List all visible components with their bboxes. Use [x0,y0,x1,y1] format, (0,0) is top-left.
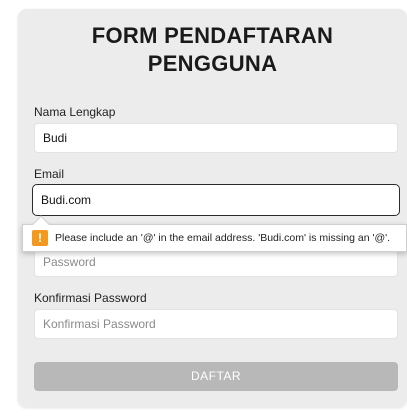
email-label: Email [34,167,65,181]
register-button[interactable]: DAFTAR [34,362,398,391]
name-label: Nama Lengkap [34,105,116,119]
email-field[interactable] [32,184,400,216]
warning-icon: ! [32,230,48,246]
confirm-password-label: Konfirmasi Password [34,291,147,305]
name-field[interactable] [34,123,398,153]
form-title: FORM PENDAFTARAN PENGGUNA [18,22,407,78]
form-title-line-2: PENGGUNA [147,51,278,76]
validation-message: Please include an '@' in the email addre… [55,232,391,244]
email-validation-tooltip: ! Please include an '@' in the email add… [22,224,407,252]
confirm-password-field[interactable] [34,309,398,339]
form-title-line-1: FORM PENDAFTARAN [91,23,334,48]
